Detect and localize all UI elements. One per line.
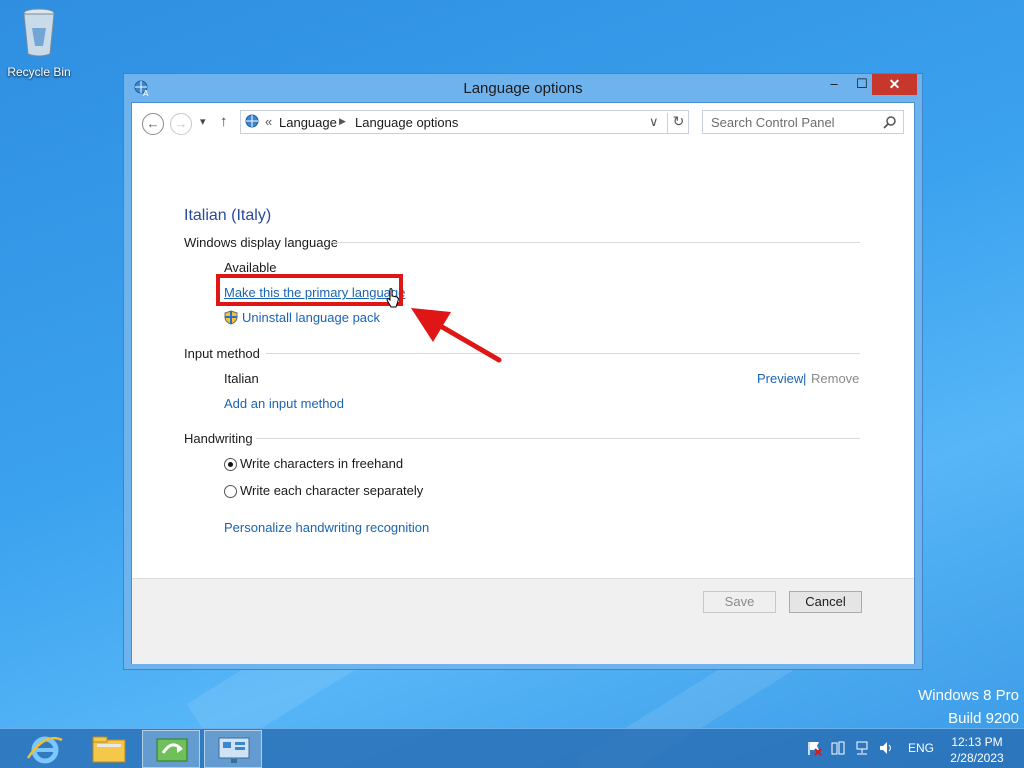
minimize-button[interactable]: – bbox=[820, 74, 848, 95]
separate-characters-radio[interactable] bbox=[224, 485, 237, 498]
red-arrow-icon bbox=[411, 308, 502, 363]
section-divider bbox=[266, 353, 860, 354]
handwriting-header: Handwriting bbox=[184, 431, 253, 446]
taskbar-file-explorer[interactable] bbox=[80, 730, 138, 768]
input-method-header: Input method bbox=[184, 346, 260, 361]
separate-characters-radio-label[interactable]: Write each character separately bbox=[240, 483, 423, 498]
forward-button[interactable]: → bbox=[170, 113, 192, 135]
add-input-method-link[interactable]: Add an input method bbox=[224, 396, 344, 411]
uninstall-language-pack-link[interactable]: Uninstall language pack bbox=[242, 310, 380, 325]
back-button[interactable]: ← bbox=[142, 113, 164, 135]
action-center-flag-icon[interactable] bbox=[806, 740, 822, 756]
language-sync-icon bbox=[156, 738, 188, 762]
breadcrumb-language[interactable]: Language bbox=[279, 115, 337, 130]
up-button[interactable]: ↑ bbox=[220, 113, 228, 130]
search-box[interactable]: Search Control Panel bbox=[702, 110, 904, 134]
freehand-radio-label[interactable]: Write characters in freehand bbox=[240, 456, 403, 471]
windows-build-watermark: Windows 8 Pro Build 9200 bbox=[918, 684, 1019, 730]
freehand-radio[interactable] bbox=[224, 458, 237, 471]
highlight-box bbox=[216, 274, 403, 306]
window-title: Language options bbox=[463, 80, 583, 97]
devices-icon[interactable] bbox=[830, 740, 846, 756]
refresh-button[interactable]: ↻ bbox=[667, 113, 689, 133]
breadcrumb-separator[interactable]: ▶ bbox=[339, 116, 346, 127]
volume-icon[interactable] bbox=[878, 740, 894, 756]
clock-date: 2/28/2023 bbox=[950, 751, 1004, 765]
section-divider bbox=[256, 438, 860, 439]
internet-explorer-icon bbox=[26, 736, 63, 764]
save-button[interactable]: Save bbox=[703, 591, 776, 613]
search-input[interactable]: Search Control Panel bbox=[711, 115, 835, 130]
window-client-area: ← → ▾ ↑ « Language ▶ Language options ∨ … bbox=[131, 102, 915, 664]
clock-time: 12:13 PM bbox=[951, 735, 1003, 749]
taskbar: ENG 12:13 PM 2/28/2023 bbox=[0, 728, 1024, 768]
cancel-button[interactable]: Cancel bbox=[789, 591, 862, 613]
taskbar-clock[interactable]: 12:13 PM 2/28/2023 bbox=[944, 734, 1010, 766]
display-language-header: Windows display language bbox=[184, 235, 338, 250]
watermark-edition: Windows 8 Pro bbox=[918, 687, 1019, 704]
input-method-name: Italian bbox=[224, 371, 259, 386]
address-bar[interactable]: « Language ▶ Language options ∨ ↻ bbox=[240, 110, 689, 134]
taskbar-language-app[interactable] bbox=[142, 730, 200, 768]
breadcrumb-language-options[interactable]: Language options bbox=[355, 115, 458, 130]
watermark-build: Build 9200 bbox=[948, 710, 1019, 727]
title-bar[interactable]: A Language options – ☐ ✕ bbox=[124, 74, 922, 102]
network-icon[interactable] bbox=[854, 740, 870, 756]
recycle-bin-shortcut[interactable]: Recycle Bin bbox=[6, 6, 72, 79]
section-divider bbox=[330, 242, 860, 243]
language-location-icon bbox=[245, 114, 259, 128]
recycle-bin-icon bbox=[23, 8, 55, 57]
input-language-indicator[interactable]: ENG bbox=[908, 741, 934, 755]
navigation-bar: ← → ▾ ↑ « Language ▶ Language options ∨ … bbox=[132, 103, 916, 143]
language-options-window: A Language options – ☐ ✕ ← → ▾ ↑ « Langu… bbox=[123, 73, 923, 670]
dialog-footer: Save Cancel bbox=[132, 578, 914, 664]
search-icon[interactable] bbox=[883, 115, 897, 129]
hand-cursor-icon bbox=[386, 288, 399, 308]
taskbar-internet-explorer[interactable] bbox=[16, 730, 74, 768]
preview-input-method-link[interactable]: Preview bbox=[757, 371, 803, 386]
remove-input-method-link[interactable]: Remove bbox=[811, 371, 859, 386]
address-dropdown-button[interactable]: ∨ bbox=[649, 114, 659, 130]
control-panel-icon bbox=[218, 737, 250, 763]
close-button[interactable]: ✕ bbox=[872, 74, 917, 95]
breadcrumb-overflow[interactable]: « bbox=[265, 114, 272, 129]
recycle-bin-label: Recycle Bin bbox=[7, 65, 71, 79]
taskbar-control-panel[interactable] bbox=[204, 730, 262, 768]
file-explorer-icon bbox=[92, 736, 126, 763]
link-separator: | bbox=[803, 371, 807, 386]
personalize-handwriting-link[interactable]: Personalize handwriting recognition bbox=[224, 520, 429, 535]
display-language-status: Available bbox=[224, 260, 277, 275]
recent-pages-button[interactable]: ▾ bbox=[200, 115, 206, 128]
uac-shield-icon bbox=[224, 310, 238, 325]
language-title: Italian (Italy) bbox=[184, 207, 272, 224]
